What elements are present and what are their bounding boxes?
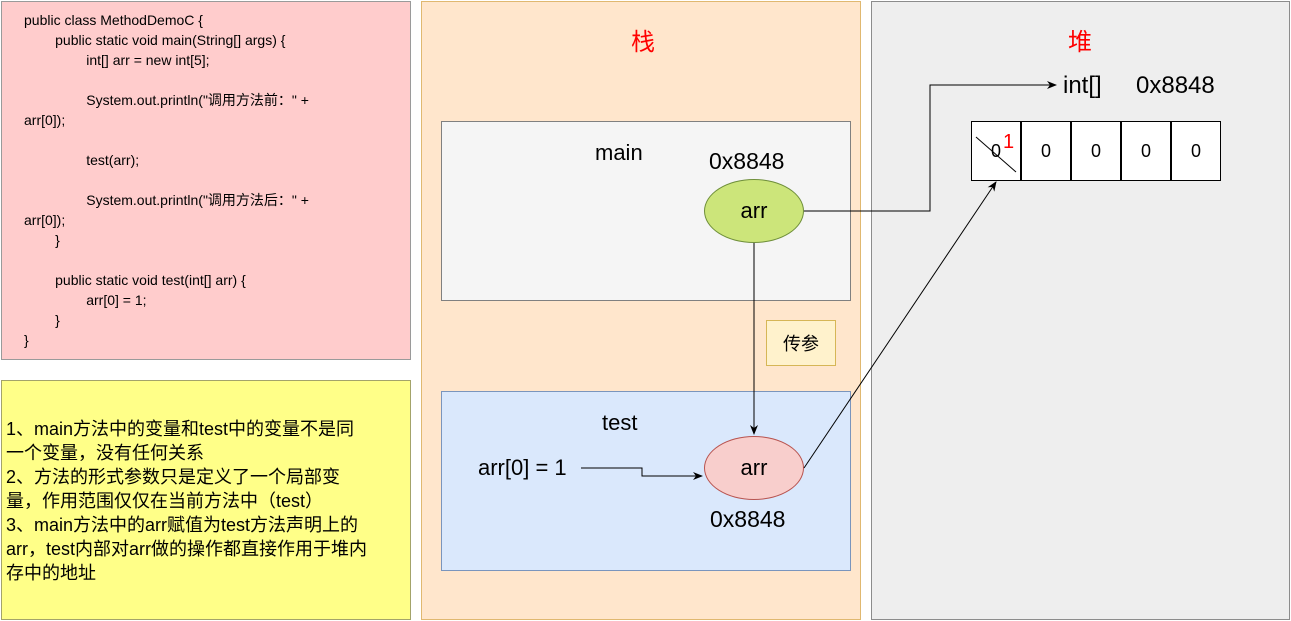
assignment-arrow [581, 467, 703, 480]
heap-cell-0-strike [975, 136, 1017, 173]
test-arr-to-heap-arrow [803, 181, 997, 469]
connector-arrows [581, 81, 1057, 480]
main-arr-to-heap-arrow [804, 81, 1057, 212]
